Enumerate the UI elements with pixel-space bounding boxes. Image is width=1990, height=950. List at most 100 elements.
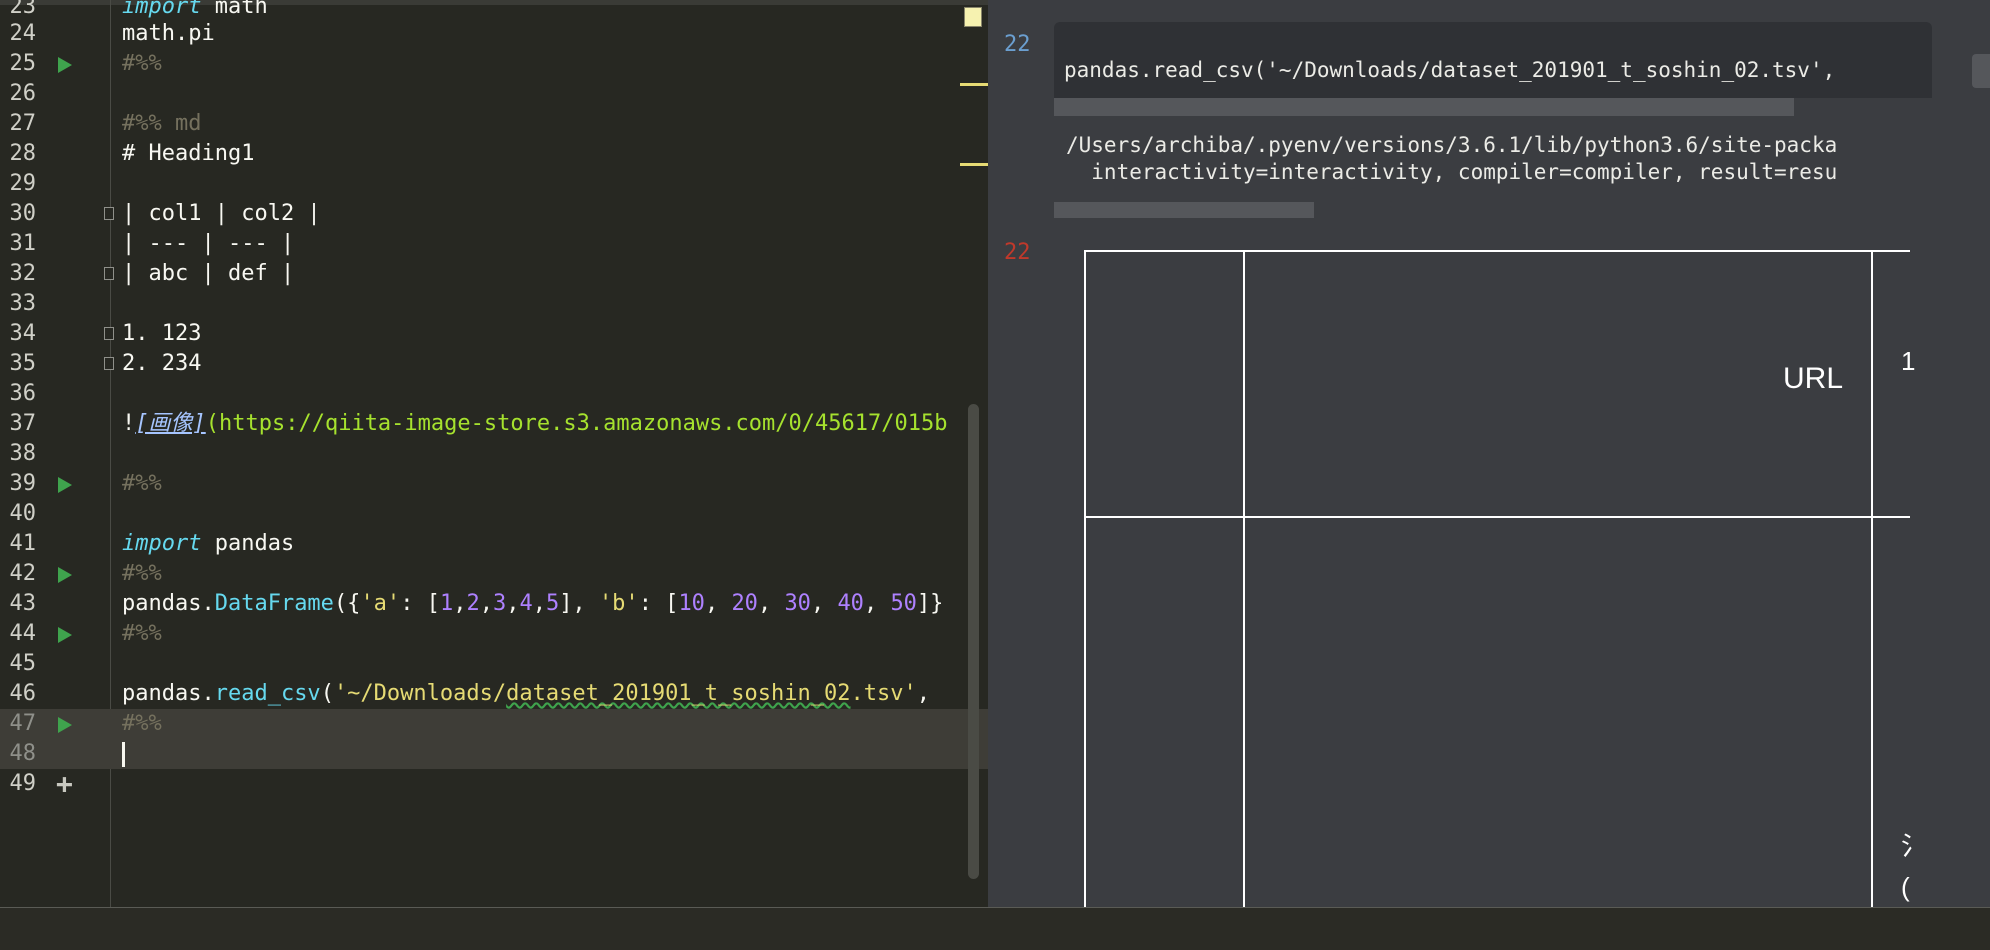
- code-text: 1. 123: [122, 321, 202, 346]
- add-cell-plus-icon[interactable]: +: [56, 770, 73, 798]
- dataframe-table: [1084, 250, 1910, 907]
- run-cell-icon[interactable]: [58, 627, 72, 643]
- table-border-left: [1084, 250, 1086, 907]
- fold-icon[interactable]: [104, 207, 114, 220]
- code-line[interactable]: 25 #%%: [0, 49, 988, 79]
- run-cell-icon[interactable]: [58, 57, 72, 73]
- code-line[interactable]: 31 | --- | --- |: [0, 229, 988, 259]
- table-column-border: [1871, 250, 1873, 907]
- line-number: 42: [9, 561, 37, 586]
- code-line[interactable]: 34 1. 123: [0, 319, 988, 349]
- output-panel[interactable]: 22 pandas.read_csv('~/Downloads/dataset_…: [988, 0, 1990, 907]
- truncated-text: 1: [1901, 346, 1916, 376]
- code-editor[interactable]: 23 import math 24 math.pi 25 #%% 26 27 #…: [0, 0, 988, 907]
- line-number: 45: [9, 651, 37, 676]
- code-line[interactable]: 37 ![画像](https://qiita-image-store.s3.am…: [0, 409, 988, 439]
- fold-icon[interactable]: [104, 267, 114, 280]
- table-header-url: URL: [1783, 362, 1844, 395]
- code-line[interactable]: 33: [0, 289, 988, 319]
- code-text: # Heading1: [122, 141, 255, 166]
- code-text: #%%: [122, 561, 162, 586]
- code-line[interactable]: 39 #%%: [0, 469, 988, 499]
- code-line[interactable]: 28 # Heading1: [0, 139, 988, 169]
- line-number: 37: [9, 411, 37, 436]
- code-text: | --- | --- |: [122, 231, 295, 256]
- code-line[interactable]: 29: [0, 169, 988, 199]
- line-number: 41: [9, 531, 37, 556]
- code-line[interactable]: 41 import pandas: [0, 529, 988, 559]
- code-text: #%%: [122, 51, 162, 76]
- status-bar: [0, 907, 1990, 950]
- line-number: 46: [9, 681, 37, 706]
- table-column-border: [1243, 250, 1245, 907]
- code-text: pandas.DataFrame({'a': [1,2,3,4,5], 'b':…: [122, 591, 944, 616]
- editor-scrollbar[interactable]: [968, 404, 979, 879]
- warning-marker-icon[interactable]: [964, 7, 982, 27]
- code-text: #%% md: [122, 111, 202, 136]
- line-number: 48: [9, 741, 37, 766]
- text-cursor: [122, 742, 125, 767]
- code-line[interactable]: 32 | abc | def |: [0, 259, 988, 289]
- line-number: 28: [9, 141, 37, 166]
- line-number: 40: [9, 501, 37, 526]
- line-number: 35: [9, 351, 37, 376]
- fold-icon[interactable]: [104, 327, 114, 340]
- code-text: #%%: [122, 621, 162, 646]
- output-scroll-handle[interactable]: [1972, 54, 1990, 88]
- code-line[interactable]: 27 #%% md: [0, 109, 988, 139]
- code-line[interactable]: 49 +: [0, 769, 988, 799]
- code-line[interactable]: 24 math.pi: [0, 19, 988, 49]
- input-code-text: pandas.read_csv('~/Downloads/dataset_201…: [1064, 58, 1836, 82]
- code-text: pandas.read_csv('~/Downloads/dataset_201…: [122, 681, 930, 706]
- stderr-scrollbar[interactable]: [1054, 202, 1314, 218]
- stderr-line: interactivity=interactivity, compiler=co…: [1066, 160, 1838, 184]
- code-line[interactable]: 26: [0, 79, 988, 109]
- line-number: 36: [9, 381, 37, 406]
- input-execution-count: 22: [1004, 32, 1031, 57]
- line-number: 34: [9, 321, 37, 346]
- horizontal-scrollbar[interactable]: [1054, 98, 1794, 116]
- table-row-border: [1084, 516, 1910, 518]
- line-number: 25: [9, 51, 37, 76]
- line-number: 38: [9, 441, 37, 466]
- line-number: 26: [9, 81, 37, 106]
- input-cell[interactable]: pandas.read_csv('~/Downloads/dataset_201…: [1054, 22, 1932, 98]
- code-line[interactable]: 46 pandas.read_csv('~/Downloads/dataset_…: [0, 679, 988, 709]
- code-text: ![画像](https://qiita-image-store.s3.amazo…: [122, 411, 948, 436]
- line-number: 32: [9, 261, 37, 286]
- stderr-line: /Users/archiba/.pyenv/versions/3.6.1/lib…: [1066, 133, 1838, 157]
- code-line[interactable]: 38: [0, 439, 988, 469]
- line-number: 44: [9, 621, 37, 646]
- code-line[interactable]: 47 #%%: [0, 709, 988, 739]
- run-cell-icon[interactable]: [58, 717, 72, 733]
- truncated-text: ⺡: [1901, 831, 1928, 861]
- line-number: 49: [9, 771, 37, 796]
- code-line[interactable]: 30 | col1 | col2 |: [0, 199, 988, 229]
- line-number: 29: [9, 171, 37, 196]
- line-number: 33: [9, 291, 37, 316]
- line-number: 39: [9, 471, 37, 496]
- code-line-current[interactable]: 48: [0, 739, 988, 769]
- line-number: 27: [9, 111, 37, 136]
- code-line[interactable]: 44 #%%: [0, 619, 988, 649]
- code-line[interactable]: 35 2. 234: [0, 349, 988, 379]
- code-line[interactable]: 45: [0, 649, 988, 679]
- fold-icon[interactable]: [104, 357, 114, 370]
- code-line[interactable]: 36: [0, 379, 988, 409]
- code-text: import pandas: [122, 531, 295, 556]
- run-cell-icon[interactable]: [58, 567, 72, 583]
- line-number: 43: [9, 591, 37, 616]
- line-number: 31: [9, 231, 37, 256]
- line-number: 30: [9, 201, 37, 226]
- run-cell-icon[interactable]: [58, 477, 72, 493]
- code-text: #%%: [122, 471, 162, 496]
- scroll-marker: [960, 163, 988, 166]
- code-text: math.pi: [122, 21, 215, 46]
- output-execution-count: 22: [1004, 240, 1031, 265]
- code-text: | abc | def |: [122, 261, 295, 286]
- truncated-text: (: [1901, 872, 1910, 902]
- scroll-marker: [960, 83, 988, 86]
- code-line[interactable]: 42 #%%: [0, 559, 988, 589]
- code-line[interactable]: 40: [0, 499, 988, 529]
- code-line[interactable]: 43 pandas.DataFrame({'a': [1,2,3,4,5], '…: [0, 589, 988, 619]
